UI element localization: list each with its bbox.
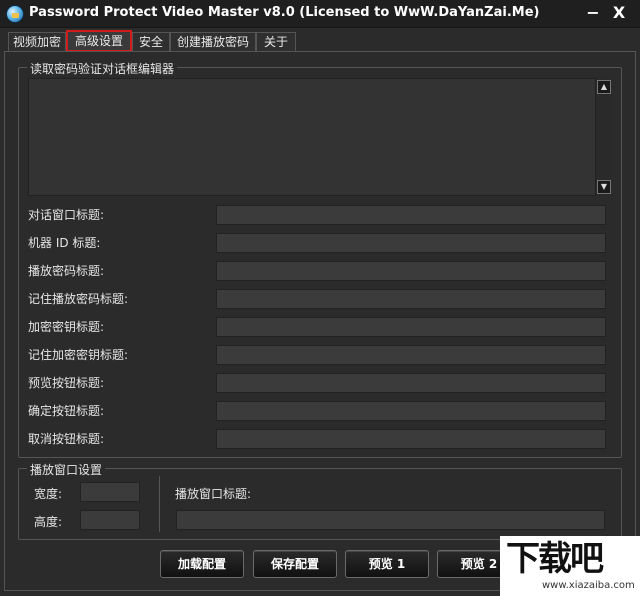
cancel-button-title-input[interactable] xyxy=(216,429,606,449)
remember-encrypt-key-label: 记住加密密钥标题: xyxy=(28,348,129,362)
dialog-title-label: 对话窗口标题: xyxy=(28,208,105,222)
watermark-sub-text: www.xiazaiba.com xyxy=(542,580,635,591)
dialog-title-input[interactable] xyxy=(216,205,606,225)
preview-1-button[interactable]: 预览 1 xyxy=(345,550,429,578)
remember-encrypt-key-input[interactable] xyxy=(216,345,606,365)
editor-scrollbar[interactable]: ▲ ▼ xyxy=(595,78,611,196)
remember-play-password-input[interactable] xyxy=(216,289,606,309)
tab-about[interactable]: 关于 xyxy=(256,32,296,52)
cancel-button-title-label: 取消按钮标题: xyxy=(28,432,105,446)
watermark-main-text: 下载吧 xyxy=(506,539,604,579)
play-password-title-label: 播放密码标题: xyxy=(28,264,105,278)
encrypt-key-title-label: 加密密钥标题: xyxy=(28,320,105,334)
minimize-button[interactable]: − xyxy=(582,2,604,24)
tab-create-play-password[interactable]: 创建播放密码 xyxy=(170,32,256,52)
tab-advanced-settings[interactable]: 高级设置 xyxy=(66,30,132,52)
editor-group-legend: 读取密码验证对话框编辑器 xyxy=(27,60,178,77)
app-icon xyxy=(6,5,24,23)
height-input[interactable] xyxy=(80,510,140,530)
watermark-logo: 下载吧 www.xiazaiba.com xyxy=(500,536,640,596)
title-bar: Password Protect Video Master v8.0 (Lice… xyxy=(0,0,640,28)
player-title-input[interactable] xyxy=(176,510,605,530)
ok-button-title-input[interactable] xyxy=(216,401,606,421)
machine-id-title-input[interactable] xyxy=(216,233,606,253)
player-settings-legend: 播放窗口设置 xyxy=(27,461,106,478)
height-label: 高度: xyxy=(34,515,63,529)
preview-button-title-input[interactable] xyxy=(216,373,606,393)
player-title-label: 播放窗口标题: xyxy=(175,487,252,501)
window-title: Password Protect Video Master v8.0 (Lice… xyxy=(29,5,540,20)
ok-button-title-label: 确定按钮标题: xyxy=(28,404,105,418)
load-config-button[interactable]: 加载配置 xyxy=(160,550,244,578)
player-group-divider xyxy=(159,476,160,532)
scroll-up-icon[interactable]: ▲ xyxy=(597,80,611,94)
preview-button-title-label: 预览按钮标题: xyxy=(28,376,105,390)
encrypt-key-title-input[interactable] xyxy=(216,317,606,337)
tab-strip: 视频加密 高级设置 安全 创建播放密码 关于 xyxy=(0,28,640,52)
remember-play-password-label: 记住播放密码标题: xyxy=(28,292,129,306)
machine-id-title-label: 机器 ID 标题: xyxy=(28,236,101,250)
save-config-button[interactable]: 保存配置 xyxy=(253,550,337,578)
dialog-editor-textarea[interactable] xyxy=(28,78,611,196)
tab-security[interactable]: 安全 xyxy=(132,32,170,52)
tab-video-encrypt[interactable]: 视频加密 xyxy=(8,32,66,52)
width-label: 宽度: xyxy=(34,487,63,501)
close-button[interactable]: X xyxy=(608,2,630,24)
width-input[interactable] xyxy=(80,482,140,502)
scroll-down-icon[interactable]: ▼ xyxy=(597,180,611,194)
play-password-title-input[interactable] xyxy=(216,261,606,281)
